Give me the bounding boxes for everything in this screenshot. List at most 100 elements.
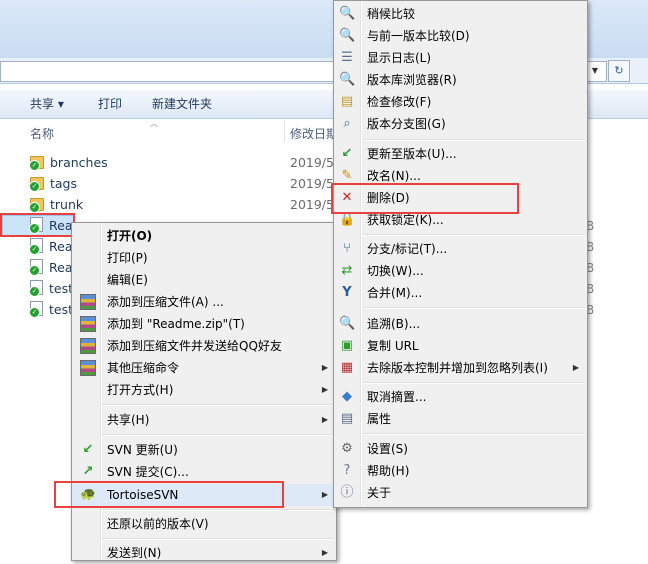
menu-edit[interactable]: 编辑(E): [72, 269, 336, 291]
menu-separator: [362, 139, 585, 141]
share-button[interactable]: 共享 ▾: [30, 96, 64, 112]
svn-show-log[interactable]: ☰ 显示日志(L): [334, 47, 587, 69]
archive-icon: [80, 338, 96, 354]
menu-separator: [362, 382, 585, 384]
svn-repo-browser[interactable]: 🔍 版本库浏览器(R): [334, 69, 587, 91]
file-row[interactable]: ✓ trunk: [29, 195, 83, 215]
column-separator[interactable]: [284, 120, 285, 142]
svn-settings[interactable]: ⚙ 设置(S): [334, 438, 587, 460]
menu-separator: [362, 307, 585, 309]
svn-properties[interactable]: ▤ 属性: [334, 408, 587, 430]
menu-share[interactable]: 共享(H) ▶: [72, 409, 336, 431]
svn-help[interactable]: ? 帮助(H): [334, 460, 587, 482]
svn-switch[interactable]: ⇄ 切换(W)...: [334, 260, 587, 282]
menu-separator: [102, 404, 334, 406]
svn-update-to-revision[interactable]: ↙ 更新至版本(U)...: [334, 143, 587, 165]
merge-icon: Y: [342, 285, 352, 300]
menu-print[interactable]: 打印(P): [72, 247, 336, 269]
file-row[interactable]: ✓ Rea: [29, 237, 72, 257]
svn-revision-graph[interactable]: ⌕ 版本分支图(G): [334, 113, 587, 135]
print-button[interactable]: 打印: [98, 96, 122, 112]
svn-blame[interactable]: 🔍 追溯(B)...: [334, 313, 587, 335]
file-row[interactable]: ✓ branches: [29, 153, 108, 173]
branch-icon: ⑂: [343, 241, 351, 256]
repo-browser-icon: 🔍: [339, 72, 356, 87]
menu-separator: [102, 538, 334, 540]
svn-copy-url[interactable]: ▣ 复制 URL: [334, 335, 587, 357]
menu-svn-update[interactable]: ↙ SVN 更新(U): [72, 439, 336, 461]
blame-icon: 🔍: [339, 316, 356, 331]
properties-icon: ▤: [340, 411, 354, 426]
document-icon: ✓: [29, 301, 43, 318]
document-icon: ✓: [29, 259, 43, 276]
archive-icon: [80, 316, 96, 332]
column-header-name[interactable]: 名称: [30, 126, 54, 142]
about-icon: ⓘ: [340, 485, 354, 500]
submenu-arrow-icon: ▶: [572, 363, 579, 372]
menu-send-to[interactable]: 发送到(N) ▶: [72, 542, 336, 564]
revision-graph-icon: ⌕: [343, 116, 351, 131]
menu-open-with[interactable]: 打开方式(H) ▶: [72, 379, 336, 401]
svn-branch-tag[interactable]: ⑂ 分支/标记(T)...: [334, 238, 587, 260]
svn-merge[interactable]: Y 合并(M)...: [334, 282, 587, 304]
file-row[interactable]: ✓ tags: [29, 174, 77, 194]
svn-update-icon: ↙: [82, 442, 94, 457]
submenu-arrow-icon: ▶: [321, 548, 328, 557]
file-date: 2019/5: [290, 155, 334, 170]
switch-icon: ⇄: [341, 263, 353, 278]
file-size: B: [586, 303, 595, 317]
folder-icon: ✓: [29, 156, 44, 171]
column-header-modified[interactable]: 修改日期: [290, 126, 338, 142]
svn-diff-previous[interactable]: 🔍 与前一版本比较(D): [334, 25, 587, 47]
archive-icon: [80, 360, 96, 376]
archive-icon: [80, 294, 96, 310]
log-icon: ☰: [341, 50, 353, 65]
file-date: 2019/5: [290, 197, 334, 212]
sort-up-icon: ︿: [150, 119, 158, 128]
help-icon: ?: [343, 463, 351, 478]
menu-restore-previous[interactable]: 还原以前的版本(V): [72, 513, 336, 535]
file-row[interactable]: ✓ Rea: [29, 258, 72, 278]
file-date: 2019/5: [290, 176, 334, 191]
new-folder-button[interactable]: 新建文件夹: [152, 96, 212, 112]
submenu-arrow-icon: ▶: [321, 363, 328, 372]
tortoisesvn-highlight: [54, 481, 284, 508]
svn-revert[interactable]: ◆ 取消摘置...: [334, 386, 587, 408]
document-icon: ✓: [29, 238, 43, 255]
file-size: B: [586, 219, 595, 233]
file-size: B: [586, 282, 595, 296]
revert-icon: ◆: [342, 389, 352, 404]
ignore-icon: ▦: [340, 360, 354, 375]
tortoisesvn-submenu: 🔍 稍候比较 🔍 与前一版本比较(D) ☰ 显示日志(L) 🔍 版本库浏览器(R) ▤ 检…: [333, 0, 588, 508]
svn-about[interactable]: ⓘ 关于: [334, 482, 587, 504]
file-size: B: [586, 240, 595, 254]
menu-open[interactable]: 打开(O): [72, 225, 336, 247]
folder-icon: ✓: [29, 177, 44, 192]
menu-separator: [102, 509, 334, 511]
svn-unversion-ignore[interactable]: ▦ 去除版本控制并增加到忽略列表(I) ▶: [334, 357, 587, 379]
menu-separator: [362, 433, 585, 435]
menu-add-send-qq[interactable]: 添加到压缩文件并发送给QQ好友: [72, 335, 336, 357]
refresh-icon[interactable]: ↻: [608, 60, 630, 82]
address-dropdown-icon[interactable]: ▼: [588, 62, 602, 79]
file-row[interactable]: ✓ test: [29, 279, 73, 299]
menu-add-archive[interactable]: 添加到压缩文件(A) ...: [72, 291, 336, 313]
submenu-arrow-icon: ▶: [321, 415, 328, 424]
document-icon: ✓: [29, 280, 43, 297]
menu-separator: [362, 234, 585, 236]
submenu-arrow-icon: ▶: [321, 490, 328, 499]
menu-separator: [102, 434, 334, 436]
svn-check-modifications[interactable]: ▤ 检查修改(F): [334, 91, 587, 113]
file-context-menu: 打开(O) 打印(P) 编辑(E) 添加到压缩文件(A) ... 添加到 "Re…: [71, 222, 337, 561]
menu-svn-commit[interactable]: ↗ SVN 提交(C)...: [72, 461, 336, 483]
svn-diff-later[interactable]: 🔍 稍候比较: [334, 3, 587, 25]
check-modifications-icon: ▤: [340, 94, 354, 109]
settings-icon: ⚙: [341, 441, 353, 456]
update-icon: ↙: [341, 146, 353, 161]
menu-other-compress[interactable]: 其他压缩命令 ▶: [72, 357, 336, 379]
menu-add-readme-zip[interactable]: 添加到 "Readme.zip"(T): [72, 313, 336, 335]
compare-icon: 🔍: [339, 28, 356, 43]
file-row[interactable]: ✓ test: [29, 300, 73, 320]
magnifier-icon: 🔍: [339, 6, 356, 21]
delete-highlight: [331, 183, 519, 214]
